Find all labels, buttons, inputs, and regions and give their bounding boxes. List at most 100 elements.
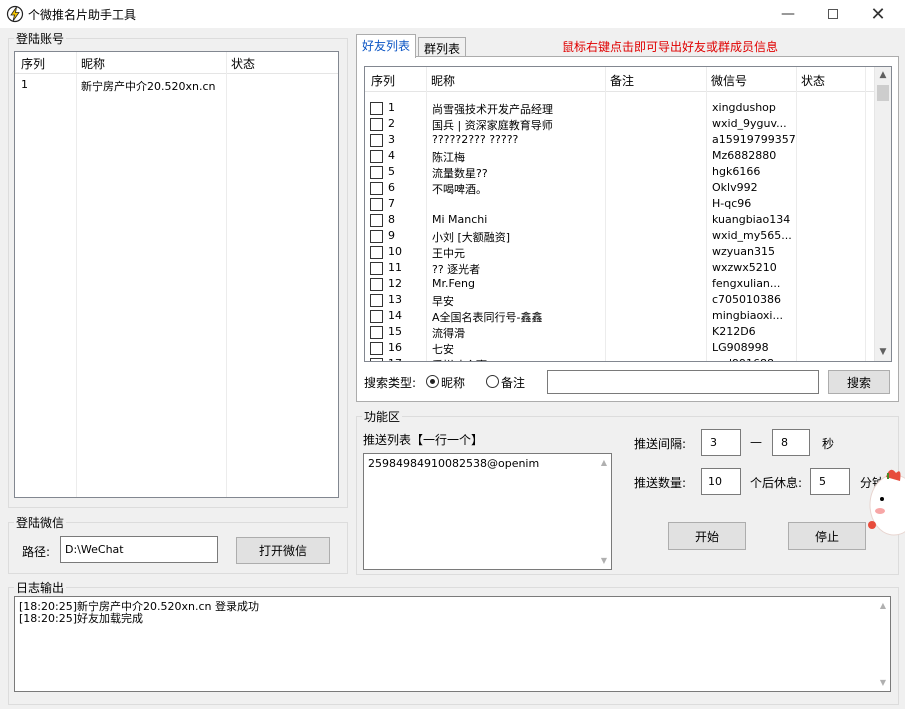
tab-friends[interactable]: 好友列表 (356, 34, 417, 58)
friend-row[interactable]: 9 小刘 [大额融资] wxid_my565... (366, 228, 874, 244)
friend-nickname: 尚雪强技术开发产品经理 (432, 103, 553, 116)
friend-checkbox[interactable] (370, 182, 383, 195)
friends-col-note[interactable]: 备注 (610, 72, 634, 89)
friend-row[interactable]: 17 爱拼才会赢 xxd991688 (366, 356, 874, 361)
friend-wxid: xxd991688 (712, 357, 800, 361)
friend-checkbox[interactable] (370, 342, 383, 355)
friends-col-status[interactable]: 状态 (801, 72, 825, 89)
friend-wxid: kuangbiao134 (712, 213, 791, 226)
friend-checkbox[interactable] (370, 134, 383, 147)
friend-checkbox[interactable] (370, 230, 383, 243)
rest-input[interactable]: 5 (810, 468, 850, 495)
friends-scrollbar[interactable]: ▲ ▼ (874, 67, 891, 361)
login-wechat-label: 登陆微信 (14, 514, 67, 531)
account-nickname: 新宁房产中介20.520xn.cn (81, 80, 216, 93)
friend-checkbox[interactable] (370, 246, 383, 259)
interval-max-input[interactable]: 8 (772, 429, 810, 456)
friend-row[interactable]: 14 A全国名表同行号-鑫鑫 mingbiaoxi... (366, 308, 874, 324)
friend-index: 16 (388, 341, 402, 354)
path-input[interactable]: D:\WeChat (60, 536, 218, 563)
account-index: 1 (21, 78, 28, 91)
friend-checkbox[interactable] (370, 150, 383, 163)
friend-checkbox[interactable] (370, 166, 383, 179)
scroll-thumb[interactable] (877, 85, 889, 101)
scroll-down-icon[interactable]: ▼ (875, 344, 891, 361)
radio-note-label[interactable]: 备注 (501, 374, 525, 391)
friend-index: 13 (388, 293, 402, 306)
friend-row[interactable]: 12 Mr.Feng fengxulian... (366, 276, 874, 292)
friend-row[interactable]: 16 七安 LG908998 (366, 340, 874, 356)
friend-row[interactable]: 4 陈江梅 Mz6882880 (366, 148, 874, 164)
interval-min-input[interactable]: 3 (701, 429, 741, 456)
friend-row[interactable]: 2 国兵 | 资深家庭教育导师 wxid_9yguv... (366, 116, 874, 132)
push-list-value: 25984984910082538@openim (368, 457, 540, 470)
friends-col-nickname[interactable]: 昵称 (431, 72, 455, 89)
account-col-status[interactable]: 状态 (231, 55, 255, 72)
log-scroll-down-icon[interactable]: ▼ (876, 674, 890, 691)
friends-col-wxid[interactable]: 微信号 (711, 72, 747, 89)
friend-checkbox[interactable] (370, 102, 383, 115)
friend-row[interactable]: 11 ?? 逐光者 wxzwx5210 (366, 260, 874, 276)
friend-checkbox[interactable] (370, 262, 383, 275)
maximize-button[interactable] (810, 0, 856, 28)
friend-row[interactable]: 6 不喝啤酒。 Oklv992 (366, 180, 874, 196)
account-col-index[interactable]: 序列 (21, 55, 45, 72)
start-button[interactable]: 开始 (668, 522, 746, 550)
function-group-label: 功能区 (362, 408, 403, 425)
friend-row[interactable]: 7 H-qc96 (366, 196, 874, 212)
friends-list[interactable]: 序列 昵称 备注 微信号 状态 1 尚雪强技术开发产品经理 xingdushop 2 国… (364, 66, 892, 362)
friend-checkbox[interactable] (370, 278, 383, 291)
search-button[interactable]: 搜索 (828, 370, 890, 394)
minimize-button[interactable]: — (765, 0, 811, 28)
friend-wxid: c705010386 (712, 293, 782, 306)
interval-label: 推送间隔: (634, 437, 687, 451)
count-input[interactable]: 10 (701, 468, 741, 495)
radio-nickname-label[interactable]: 昵称 (441, 374, 465, 391)
open-wechat-button[interactable]: 打开微信 (236, 537, 330, 564)
export-hint: 鼠标右键点击即可导出好友或群成员信息 (562, 40, 779, 54)
friend-checkbox[interactable] (370, 358, 383, 361)
friend-row[interactable]: 1 尚雪强技术开发产品经理 xingdushop (366, 100, 874, 116)
friend-index: 7 (388, 197, 395, 210)
friends-col-index[interactable]: 序列 (371, 72, 395, 89)
friend-checkbox[interactable] (370, 310, 383, 323)
push-scroll-up-icon[interactable]: ▲ (597, 454, 611, 471)
friend-nickname: 不喝啤酒。 (432, 183, 487, 196)
account-list[interactable]: 序列 昵称 状态 1 新宁房产中介20.520xn.cn (14, 51, 339, 498)
log-scrollbar[interactable]: ▲ ▼ (876, 597, 890, 691)
mascot-icon[interactable] (866, 455, 905, 555)
friend-checkbox[interactable] (370, 326, 383, 339)
friend-checkbox[interactable] (370, 214, 383, 227)
title-bar: 个微推名片助手工具 — ✕ (0, 0, 905, 28)
radio-nickname[interactable] (426, 375, 439, 388)
count-label: 推送数量: (634, 476, 687, 490)
friend-row[interactable]: 3 ?????2??? ????? a15919799357 (366, 132, 874, 148)
radio-note[interactable] (486, 375, 499, 388)
friend-nickname: ?? 逐光者 (432, 263, 481, 276)
friend-checkbox[interactable] (370, 294, 383, 307)
friend-row[interactable]: 8 Mi Manchi kuangbiao134 (366, 212, 874, 228)
friend-row[interactable]: 13 早安 c705010386 (366, 292, 874, 308)
push-scroll-down-icon[interactable]: ▼ (597, 552, 611, 569)
push-list-scrollbar[interactable]: ▲ ▼ (597, 454, 611, 569)
friend-nickname: 流得滑 (432, 327, 465, 340)
lightning-icon (6, 5, 24, 23)
friend-wxid: wxid_9yguv... (712, 117, 787, 130)
friend-checkbox[interactable] (370, 198, 383, 211)
stop-button[interactable]: 停止 (788, 522, 866, 550)
friend-checkbox[interactable] (370, 118, 383, 131)
log-scroll-up-icon[interactable]: ▲ (876, 597, 890, 614)
friend-row[interactable]: 10 王中元 wzyuan315 (366, 244, 874, 260)
friend-row[interactable]: 5 流量数星?? hgk6166 (366, 164, 874, 180)
log-output[interactable]: [18:20:25]新宁房产中介20.520xn.cn 登录成功 [18:20:… (14, 596, 891, 692)
friend-wxid: fengxulian... (712, 277, 781, 290)
close-button[interactable]: ✕ (855, 0, 901, 28)
scroll-up-icon[interactable]: ▲ (875, 67, 891, 84)
push-list-textarea[interactable]: 25984984910082538@openim ▲ ▼ (363, 453, 612, 570)
search-input[interactable] (547, 370, 819, 394)
friend-row[interactable]: 15 流得滑 K212D6 (366, 324, 874, 340)
log-line: [18:20:25]好友加载完成 (19, 612, 143, 625)
account-row[interactable]: 1 新宁房产中介20.520xn.cn (15, 77, 338, 93)
friend-wxid: hgk6166 (712, 165, 761, 178)
account-col-nickname[interactable]: 昵称 (81, 55, 105, 72)
